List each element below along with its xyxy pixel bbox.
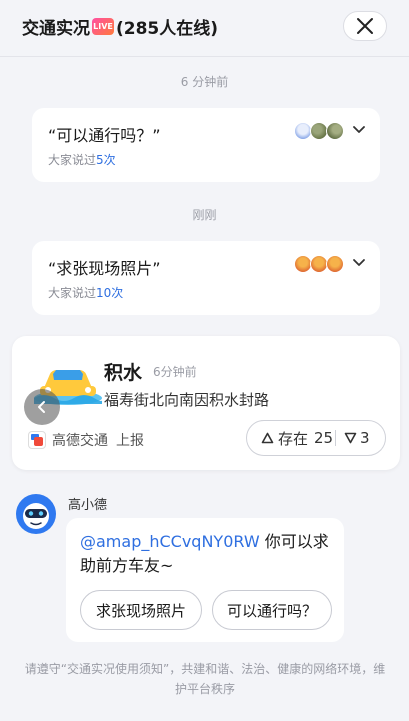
incident-title: 积水 [104, 362, 143, 384]
footer-notice: 请遵守“交通实况使用须知”，共建和谐、法治、健康的网络环境，维护平台秩序 [24, 662, 386, 696]
question-card-pass[interactable]: “可以通行吗？” 大家说过5次 [32, 108, 380, 182]
bot-avatar[interactable] [16, 494, 56, 534]
question-text: “求张现场照片” [48, 259, 161, 278]
bot-name: 高小德 [68, 498, 108, 513]
close-button[interactable] [343, 11, 387, 41]
not-exists-count: 3 [360, 429, 370, 447]
source-action: 上报 [116, 433, 144, 449]
question-count: 大家说过5次 [48, 151, 116, 168]
exists-label: 存在 [278, 429, 309, 448]
amap-logo-icon [28, 431, 46, 449]
user-mention[interactable]: @amap_hCCvqNY0RW [80, 532, 260, 551]
count-value: 5次 [96, 153, 116, 167]
angry-emoji-icon [326, 255, 344, 273]
reaction-avatars [294, 255, 344, 273]
vote-control: 存在 25 3 [246, 420, 386, 456]
reaction-avatars [294, 122, 344, 140]
incident-source: 高德交通 上报 [28, 430, 144, 450]
not-exists-button[interactable]: 3 [336, 429, 370, 447]
incident-card[interactable]: 积水 6分钟前 福寿街北向南因积水封路 高德交通 上报 存在 25 3 [12, 336, 400, 470]
timestamp-label: 刚刚 [192, 208, 217, 222]
count-value: 10次 [96, 286, 124, 300]
chip-can-pass[interactable]: 可以通行吗？ [212, 590, 332, 630]
incident-description: 福寿街北向南因积水封路 [104, 391, 270, 409]
triangle-down-icon [344, 432, 357, 444]
chevron-left-icon [38, 401, 45, 413]
question-card-photo[interactable]: “求张现场照片” 大家说过10次 [32, 241, 380, 315]
title-text: 交通实况 [22, 19, 90, 39]
header-divider [0, 56, 409, 57]
source-name: 高德交通 [52, 433, 108, 449]
chip-request-photo[interactable]: 求张现场照片 [80, 590, 202, 630]
page-title: 交通实况 LIVE (285人在线) [22, 14, 218, 39]
bot-message-text: @amap_hCCvqNY0RW 你可以求助前方车友~ [80, 530, 336, 578]
chevron-down-icon[interactable] [352, 255, 366, 269]
user-avatar-icon [326, 122, 344, 140]
question-text: “可以通行吗？” [48, 126, 161, 145]
question-count: 大家说过10次 [48, 284, 123, 301]
online-count: (285人在线) [116, 19, 219, 39]
bot-avatar-icon [23, 503, 49, 529]
close-icon [357, 18, 373, 34]
exists-count: 25 [314, 429, 334, 447]
bot-message-bubble: @amap_hCCvqNY0RW 你可以求助前方车友~ 求张现场照片 可以通行吗… [66, 518, 344, 642]
previous-button[interactable] [24, 389, 60, 425]
triangle-up-icon [261, 432, 274, 444]
live-badge: LIVE [92, 18, 114, 35]
incident-time: 6分钟前 [153, 365, 197, 379]
timestamp-label: 6 分钟前 [180, 75, 229, 89]
exists-button[interactable]: 存在 25 [247, 428, 335, 449]
count-prefix: 大家说过 [48, 153, 97, 167]
count-prefix: 大家说过 [48, 286, 97, 300]
chevron-down-icon[interactable] [352, 122, 366, 136]
